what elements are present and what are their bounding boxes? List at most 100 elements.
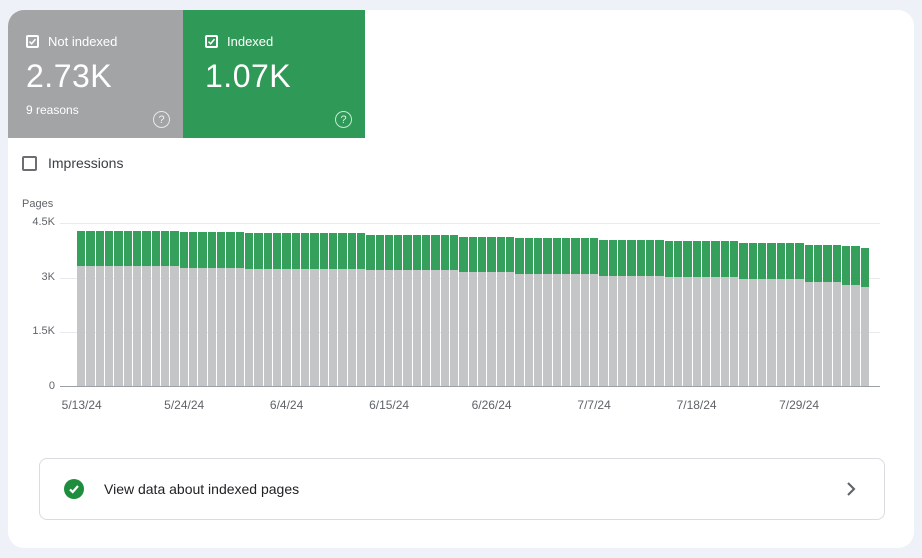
chart-bar[interactable] <box>328 233 338 386</box>
chart-bar[interactable] <box>132 231 142 386</box>
view-indexed-data-banner[interactable]: View data about indexed pages <box>39 458 885 520</box>
chart-bar[interactable] <box>226 231 235 386</box>
chart-bar[interactable] <box>608 239 618 386</box>
chart-bar[interactable] <box>291 233 300 386</box>
chart-bar[interactable] <box>692 241 701 386</box>
chart-bar[interactable] <box>422 234 431 386</box>
chart-bar[interactable] <box>104 231 114 386</box>
chart-bar[interactable] <box>123 231 132 386</box>
chart-bar[interactable] <box>599 239 608 386</box>
chart-bar[interactable] <box>636 239 646 386</box>
chart-bar[interactable] <box>543 238 552 386</box>
chart-bar[interactable] <box>571 238 580 386</box>
chart-bar[interactable] <box>468 236 478 386</box>
chart-bar[interactable] <box>450 234 459 386</box>
chart-bar[interactable] <box>711 241 720 386</box>
bar-segment-indexed <box>562 238 571 274</box>
chart-bar[interactable] <box>198 231 207 386</box>
chart-bar[interactable] <box>748 242 757 386</box>
chart-bar[interactable] <box>403 234 412 386</box>
chart-bar[interactable] <box>683 241 692 386</box>
chart-bar[interactable] <box>813 244 823 386</box>
chart-bar[interactable] <box>701 241 711 386</box>
bar-segment-not-indexed <box>114 266 123 386</box>
chart-bar[interactable] <box>478 236 487 386</box>
chart-bar[interactable] <box>841 246 851 386</box>
bar-segment-not-indexed <box>729 277 739 386</box>
chart-bar[interactable] <box>776 242 785 386</box>
chart-bar[interactable] <box>347 233 356 386</box>
bar-segment-not-indexed <box>832 282 841 386</box>
chart-bar[interactable] <box>366 234 375 386</box>
chart-bar[interactable] <box>627 239 636 386</box>
chart-bar[interactable] <box>282 233 291 386</box>
chart-bar[interactable] <box>263 233 272 386</box>
chart-bar[interactable] <box>151 231 160 386</box>
chart-bar[interactable] <box>319 233 328 386</box>
bar-segment-indexed <box>851 246 860 286</box>
chart-bar[interactable] <box>832 244 841 386</box>
chart-bar[interactable] <box>244 233 254 386</box>
chart-bar[interactable] <box>459 236 468 386</box>
chart-bar[interactable] <box>142 231 151 386</box>
chart-bar[interactable] <box>496 236 506 386</box>
chart-bar[interactable] <box>795 242 804 386</box>
chart-bar[interactable] <box>394 234 403 386</box>
help-icon[interactable]: ? <box>153 111 170 128</box>
chart-bar[interactable] <box>338 233 347 386</box>
chart-bar[interactable] <box>515 238 524 386</box>
chart-bar[interactable] <box>188 231 198 386</box>
chart-bar[interactable] <box>524 238 534 386</box>
chart-bar[interactable] <box>216 231 226 386</box>
impressions-toggle[interactable]: Impressions <box>22 155 123 171</box>
chart-bar[interactable] <box>655 239 664 386</box>
chart-bar[interactable] <box>254 233 263 386</box>
chart-bar[interactable] <box>310 233 319 386</box>
chart-bar[interactable] <box>235 231 244 386</box>
chart-bar[interactable] <box>804 244 813 386</box>
chart-bar[interactable] <box>757 242 767 386</box>
chart-bar[interactable] <box>590 238 599 386</box>
chart-bar[interactable] <box>440 234 450 386</box>
help-icon[interactable]: ? <box>335 111 352 128</box>
chart-bar[interactable] <box>506 236 515 386</box>
chart-bar[interactable] <box>860 247 869 386</box>
chart-bar[interactable] <box>580 238 590 386</box>
chart-bar[interactable] <box>646 239 655 386</box>
chevron-right-icon[interactable] <box>846 481 856 497</box>
chart-bar[interactable] <box>160 231 170 386</box>
chart-bar[interactable] <box>207 231 216 386</box>
chart-bar[interactable] <box>431 234 440 386</box>
chart-bar[interactable] <box>170 231 179 386</box>
chart-bar[interactable] <box>86 231 95 386</box>
chart-bar[interactable] <box>562 238 571 386</box>
card-indexed[interactable]: Indexed 1.07K ? <box>183 10 365 138</box>
chart-bar[interactable] <box>823 244 832 386</box>
chart-bar[interactable] <box>785 242 795 386</box>
indexed-checkbox[interactable] <box>205 35 218 48</box>
chart-bar[interactable] <box>272 233 282 386</box>
chart-bar[interactable] <box>618 239 627 386</box>
impressions-checkbox[interactable] <box>22 155 37 171</box>
chart-bar[interactable] <box>739 242 748 386</box>
chart-bar[interactable] <box>114 231 123 386</box>
chart-bar[interactable] <box>664 241 673 386</box>
chart-bar[interactable] <box>729 241 739 386</box>
chart-bar[interactable] <box>384 234 394 386</box>
chart-bar[interactable] <box>300 233 310 386</box>
chart-bar[interactable] <box>375 234 384 386</box>
chart-bar[interactable] <box>767 242 776 386</box>
chart-bar[interactable] <box>77 231 86 386</box>
card-not-indexed[interactable]: Not indexed 2.73K 9 reasons ? <box>8 10 183 138</box>
chart-bar[interactable] <box>552 238 562 386</box>
chart-bar[interactable] <box>534 238 543 386</box>
chart-bar[interactable] <box>412 234 422 386</box>
chart-bar[interactable] <box>95 231 104 386</box>
chart-bar[interactable] <box>674 241 683 386</box>
chart-bar[interactable] <box>851 246 860 386</box>
chart-bar[interactable] <box>720 241 729 386</box>
not-indexed-checkbox[interactable] <box>26 35 39 48</box>
chart-bar[interactable] <box>356 233 366 386</box>
chart-bar[interactable] <box>487 236 496 386</box>
chart-bar[interactable] <box>179 231 188 386</box>
